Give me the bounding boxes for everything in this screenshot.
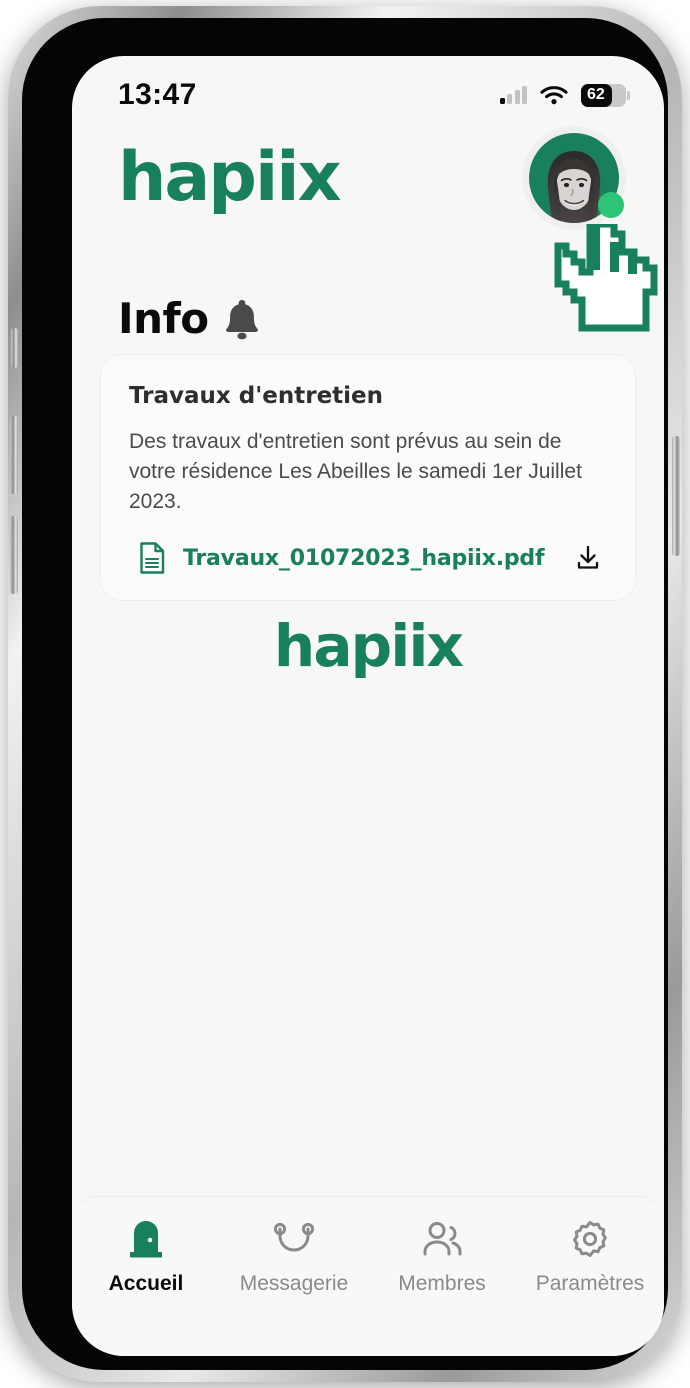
cellular-bars-icon [499, 86, 527, 104]
status-bar-time: 13:47 [118, 78, 197, 111]
section-header: Info [118, 294, 261, 343]
info-card[interactable]: Travaux d'entretien Des travaux d'entret… [100, 354, 636, 602]
silent-switch-button[interactable] [11, 328, 18, 368]
wifi-icon [540, 86, 568, 105]
page-title: Info [118, 294, 209, 343]
phone-frame: 13:47 62 hapiix Info Travaux d'entretien… [8, 6, 682, 1382]
volume-down-button[interactable] [10, 516, 18, 594]
tab-label-parametres: Paramètres [535, 1272, 645, 1295]
tab-membres[interactable]: Membres [368, 1219, 516, 1296]
tab-label-messagerie: Messagerie [239, 1272, 349, 1295]
avatar[interactable] [522, 126, 658, 332]
bell-icon [225, 299, 258, 339]
online-status-dot [598, 192, 624, 218]
tab-label-membres: Membres [398, 1272, 486, 1295]
brand-logo[interactable]: hapiix [118, 144, 341, 212]
status-bar: 13:47 62 [72, 56, 664, 118]
app-header: hapiix [72, 118, 664, 332]
tab-accueil[interactable]: Accueil [72, 1219, 220, 1296]
brand-watermark: hapiix [273, 612, 464, 680]
document-icon [140, 542, 165, 575]
phone-body: 13:47 62 hapiix Info Travaux d'entretien… [22, 18, 668, 1370]
status-bar-icons: 62 [499, 83, 630, 107]
app-screen: 13:47 62 hapiix Info Travaux d'entretien… [72, 56, 664, 1356]
gear-icon [570, 1219, 610, 1259]
download-icon[interactable] [575, 545, 601, 571]
attachment-row[interactable]: Travaux_01072023_hapiix.pdf [129, 542, 607, 575]
tab-label-accueil: Accueil [108, 1272, 184, 1295]
battery-icon: 62 [581, 83, 630, 107]
power-button[interactable] [672, 436, 680, 556]
chat-icon [272, 1219, 316, 1259]
bottom-navigation: Accueil Messagerie Membres Paramètres [72, 1196, 664, 1356]
people-icon [421, 1219, 463, 1259]
screenshot-root: 13:47 62 hapiix Info Travaux d'entretien… [0, 0, 690, 1388]
attachment-filename[interactable]: Travaux_01072023_hapiix.pdf [183, 546, 575, 571]
pointing-hand-cursor-icon [554, 224, 658, 332]
tab-messagerie[interactable]: Messagerie [220, 1219, 368, 1296]
tab-parametres[interactable]: Paramètres [516, 1219, 664, 1296]
door-icon [128, 1219, 164, 1259]
info-card-title: Travaux d'entretien [129, 383, 384, 409]
battery-percent-label: 62 [587, 86, 605, 103]
volume-up-button[interactable] [10, 416, 18, 494]
info-card-body: Des travaux d'entretien sont prévus au s… [129, 430, 582, 513]
